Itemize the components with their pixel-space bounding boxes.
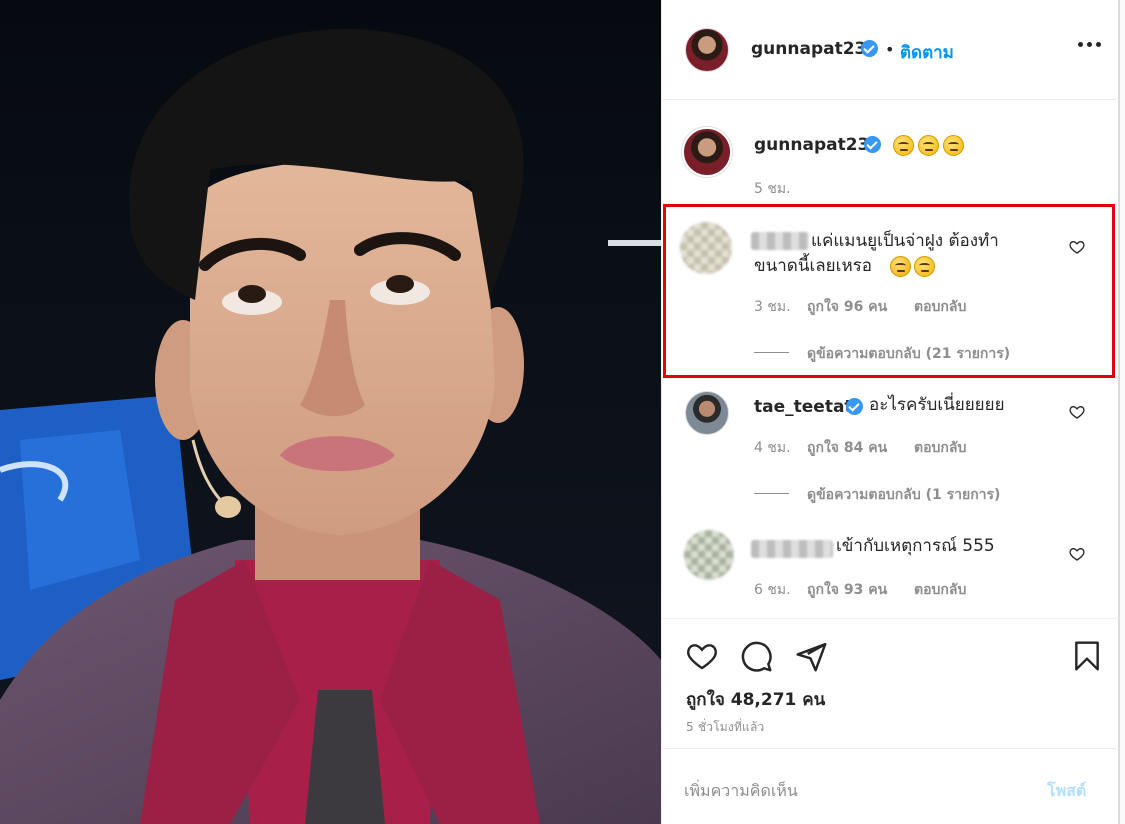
replies-divider-line: [754, 493, 789, 494]
caption-username[interactable]: gunnapat23: [754, 135, 869, 155]
post-header: gunnapat23 • ติดตาม: [662, 0, 1120, 100]
add-comment-input[interactable]: [684, 777, 1024, 803]
comment-like-count[interactable]: ถูกใจ 84 คน: [807, 437, 887, 459]
heart-icon[interactable]: [685, 640, 719, 672]
comment-icon[interactable]: [740, 640, 773, 673]
comment-text: อะไรครับเนี่ยยยยย: [869, 395, 1005, 415]
add-comment-bar: โพสต์: [662, 748, 1120, 824]
commenter-username[interactable]: tae_teetat: [754, 397, 853, 417]
comment-text: เข้ากับเหตุการณ์ 555: [836, 536, 995, 556]
window-edge: [1119, 0, 1125, 824]
author-avatar[interactable]: [685, 28, 729, 72]
commenter-avatar[interactable]: [685, 391, 729, 435]
author-username[interactable]: gunnapat23: [751, 39, 866, 59]
caption-author-avatar[interactable]: [682, 127, 732, 177]
follow-button[interactable]: ติดตาม: [900, 39, 954, 66]
separator-dot: •: [885, 40, 895, 59]
comment-like-heart-icon[interactable]: [1069, 546, 1085, 562]
comment-like-count[interactable]: ถูกใจ 93 คน: [807, 579, 887, 601]
post-sidebar: gunnapat23 • ติดตาม gunnapat23 5 ชม. แค่…: [661, 0, 1120, 824]
commenter-avatar-blurred[interactable]: [684, 530, 734, 580]
share-icon[interactable]: [795, 640, 828, 673]
post-photo: [0, 0, 661, 824]
verified-badge-icon: [861, 40, 878, 57]
bookmark-icon[interactable]: [1071, 639, 1103, 673]
face-with-rolling-eyes-emoji: [918, 135, 939, 156]
verified-badge-icon: [864, 136, 881, 153]
verified-badge-icon: [846, 398, 863, 415]
reply-button[interactable]: ตอบกลับ: [914, 437, 966, 459]
post-age: 5 ชั่วโมงที่แล้ว: [686, 720, 765, 734]
total-likes[interactable]: ถูกใจ 48,271 คน: [686, 686, 825, 713]
more-options-icon[interactable]: [1078, 42, 1102, 50]
comment-timestamp: 6 ชม.: [754, 582, 791, 598]
post-comment-button[interactable]: โพสต์: [1047, 779, 1086, 804]
commenter-username-blurred[interactable]: [751, 540, 833, 558]
selfie-illustration: [0, 29, 661, 824]
comment-timestamp: 4 ชม.: [754, 440, 791, 456]
reply-button[interactable]: ตอบกลับ: [914, 579, 966, 601]
highlight-box: [663, 204, 1115, 378]
view-replies-link[interactable]: ดูข้อความตอบกลับ (1 รายการ): [807, 484, 1000, 506]
caption-timestamp: 5 ชม.: [754, 181, 791, 197]
face-with-rolling-eyes-emoji: [893, 135, 914, 156]
face-with-rolling-eyes-emoji: [943, 135, 964, 156]
comment-like-heart-icon[interactable]: [1069, 404, 1085, 420]
